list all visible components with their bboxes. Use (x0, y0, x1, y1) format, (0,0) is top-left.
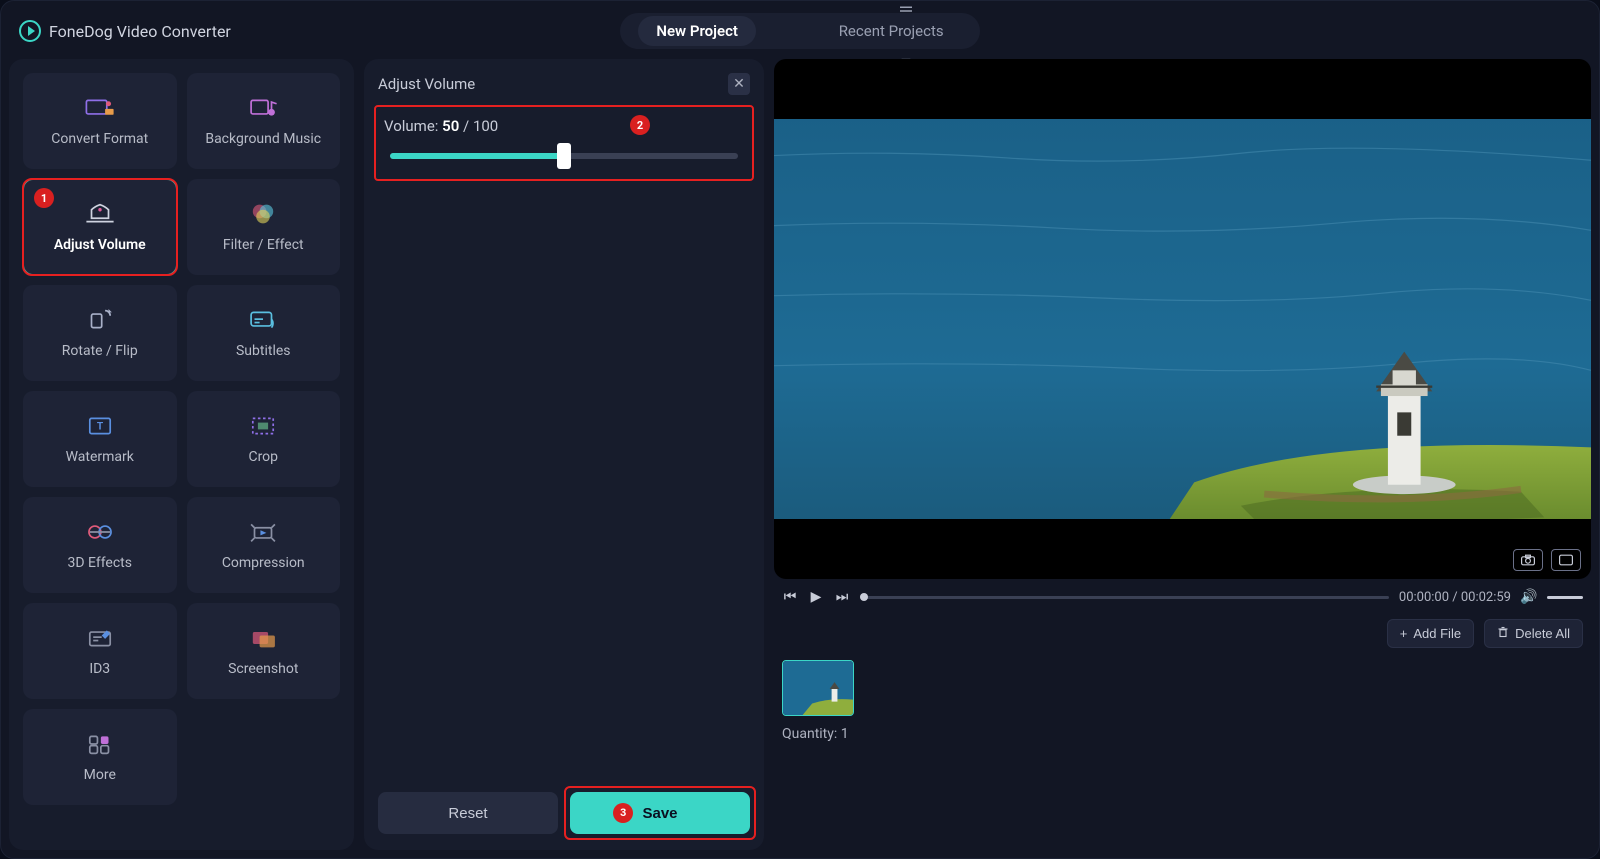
panel-header: Adjust Volume ✕ (378, 73, 750, 95)
tool-label: Compression (222, 555, 305, 571)
play-icon[interactable]: ▶ (808, 589, 824, 605)
volume-slider[interactable] (390, 153, 738, 159)
panel-title: Adjust Volume (378, 75, 475, 93)
subtitles-icon (245, 307, 281, 333)
tool-sidebar: Convert Format Background Music 1 Adjust… (9, 59, 354, 850)
tool-label: Screenshot (228, 661, 298, 677)
save-button[interactable]: 3 Save (570, 792, 750, 834)
skip-forward-icon[interactable]: ⏭ (834, 589, 850, 605)
tool-label: 3D Effects (68, 555, 133, 571)
screenshot-icon (245, 625, 281, 651)
svg-text:T: T (97, 421, 104, 432)
tool-background-music[interactable]: Background Music (187, 73, 341, 169)
annotation-badge-2: 2 (630, 115, 650, 135)
tool-more[interactable]: More (23, 709, 177, 805)
tool-label: Watermark (66, 449, 134, 465)
tab-recent-projects[interactable]: Recent Projects (821, 16, 962, 46)
volume-control-box: 2 Volume: 50 / 100 (378, 109, 750, 177)
plus-icon: + (1400, 626, 1408, 641)
timeline-slider[interactable] (860, 596, 1389, 599)
mute-icon[interactable]: 🔊 (1521, 589, 1537, 605)
app-window: FoneDog Video Converter New Project Rece… (0, 0, 1600, 859)
crop-icon (245, 413, 281, 439)
tool-label: Rotate / Flip (62, 343, 138, 359)
watermark-icon: T (82, 413, 118, 439)
tool-id3[interactable]: ID3 (23, 603, 177, 699)
titlebar-left: FoneDog Video Converter (19, 20, 231, 42)
app-title: FoneDog Video Converter (49, 22, 231, 41)
tool-label: Filter / Effect (223, 237, 304, 253)
adjust-volume-panel: Adjust Volume ✕ 2 Volume: 50 / 100 Reset (364, 59, 764, 850)
background-music-icon (245, 95, 281, 121)
tool-rotate-flip[interactable]: Rotate / Flip (23, 285, 177, 381)
top-tabs: New Project Recent Projects (620, 13, 980, 49)
tool-label: Adjust Volume (54, 237, 146, 253)
volume-max-value: 100 (473, 117, 498, 135)
preview-column: ⏮ ▶ ⏭ 00:00:00 / 00:02:59 🔊 + Add File (774, 59, 1591, 850)
tool-watermark[interactable]: T Watermark (23, 391, 177, 487)
main-area: Convert Format Background Music 1 Adjust… (9, 59, 1591, 850)
tool-label: ID3 (89, 661, 110, 677)
skip-back-icon[interactable]: ⏮ (782, 589, 798, 605)
tool-subtitles[interactable]: Subtitles (187, 285, 341, 381)
annotation-badge-1: 1 (34, 188, 54, 208)
panel-close-button[interactable]: ✕ (728, 73, 750, 95)
volume-current-value: 50 (442, 117, 459, 135)
capture-icon[interactable] (1513, 549, 1543, 571)
tool-adjust-volume[interactable]: 1 Adjust Volume (23, 179, 177, 275)
time-display: 00:00:00 / 00:02:59 (1399, 590, 1511, 605)
player-controls: ⏮ ▶ ⏭ 00:00:00 / 00:02:59 🔊 (774, 587, 1591, 607)
rotate-flip-icon (82, 307, 118, 333)
tool-label: Background Music (205, 131, 321, 147)
3d-effects-icon (82, 519, 118, 545)
convert-format-icon (82, 95, 118, 121)
annotation-badge-3: 3 (613, 803, 633, 823)
tool-filter-effect[interactable]: Filter / Effect (187, 179, 341, 275)
tool-convert-format[interactable]: Convert Format (23, 73, 177, 169)
add-file-button[interactable]: + Add File (1387, 619, 1474, 648)
panel-footer: Reset 3 Save (378, 792, 750, 834)
tool-label: More (84, 767, 116, 783)
preview-image (774, 119, 1591, 519)
tool-compression[interactable]: Compression (187, 497, 341, 593)
quantity-value: 1 (841, 726, 849, 742)
tool-label: Crop (248, 449, 278, 465)
trash-icon (1497, 626, 1509, 641)
tool-screenshot[interactable]: Screenshot (187, 603, 341, 699)
video-preview (774, 59, 1591, 579)
tab-new-project[interactable]: New Project (638, 16, 756, 46)
tool-crop[interactable]: Crop (187, 391, 341, 487)
output-volume-slider[interactable] (1547, 596, 1583, 599)
file-actions-row: + Add File Delete All (774, 615, 1591, 652)
tool-label: Convert Format (51, 131, 148, 147)
preview-overlay-tools (1513, 549, 1581, 571)
quantity-label: Quantity: 1 (782, 726, 1583, 742)
volume-label: Volume: 50 / 100 (384, 117, 744, 135)
compression-icon (245, 519, 281, 545)
id3-icon (82, 625, 118, 651)
titlebar: FoneDog Video Converter New Project Rece… (9, 9, 1591, 53)
clip-thumbnail[interactable] (782, 660, 854, 716)
volume-slider-fill (390, 153, 564, 159)
fullscreen-icon[interactable] (1551, 549, 1581, 571)
timeline-thumb[interactable] (860, 593, 868, 601)
volume-slider-thumb[interactable] (557, 143, 571, 169)
more-icon (82, 731, 118, 757)
tool-label: Subtitles (236, 343, 291, 359)
reset-button[interactable]: Reset (378, 792, 558, 834)
filter-effect-icon (245, 201, 281, 227)
tool-3d-effects[interactable]: 3D Effects (23, 497, 177, 593)
delete-all-button[interactable]: Delete All (1484, 619, 1583, 648)
adjust-volume-icon (82, 201, 118, 227)
thumbnail-area: Quantity: 1 (774, 660, 1591, 850)
save-button-label: Save (642, 805, 677, 822)
app-logo-icon (19, 20, 41, 42)
